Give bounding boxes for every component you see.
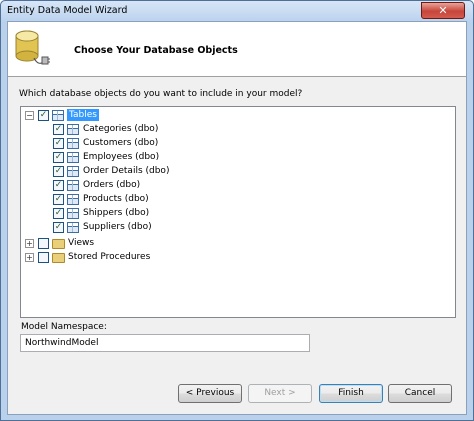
expand-icon[interactable]: + [25, 253, 34, 262]
table-icon [67, 194, 79, 205]
next-button[interactable]: Next > [248, 384, 312, 403]
wizard-client-area: Choose Your Database Objects Which datab… [7, 21, 467, 415]
previous-button[interactable]: < Previous [178, 384, 242, 403]
table-checkbox[interactable]: ✓ [53, 124, 64, 135]
tree-node-table[interactable]: ✓ Products (dbo) [21, 193, 221, 206]
tree-label-table[interactable]: Order Details (dbo) [83, 165, 169, 177]
table-checkbox[interactable]: ✓ [53, 194, 64, 205]
tree-label-table[interactable]: Orders (dbo) [83, 179, 140, 191]
table-checkbox[interactable]: ✓ [53, 180, 64, 191]
tree-label-table[interactable]: Categories (dbo) [83, 123, 158, 135]
tree-node-table[interactable]: ✓ Shippers (dbo) [21, 207, 221, 220]
tree-node-table[interactable]: ✓ Categories (dbo) [21, 123, 221, 136]
tree-label-tables[interactable]: Tables [66, 108, 100, 122]
table-icon [67, 208, 79, 219]
table-checkbox[interactable]: ✓ [53, 208, 64, 219]
table-icon [67, 124, 79, 135]
cancel-button[interactable]: Cancel [388, 384, 452, 403]
objects-prompt: Which database objects do you want to in… [19, 89, 303, 99]
table-icon [67, 138, 79, 149]
tree-label-table[interactable]: Customers (dbo) [83, 137, 158, 149]
table-checkbox[interactable]: ✓ [53, 138, 64, 149]
tables-checkbox[interactable]: ✓ [38, 110, 49, 121]
database-objects-tree[interactable]: − ✓ Tables ✓ Categories (dbo) ✓ Customer… [20, 106, 456, 318]
close-button[interactable]: ✕ [421, 2, 465, 19]
collapse-icon[interactable]: − [25, 111, 34, 120]
stored-procedures-checkbox[interactable] [38, 252, 49, 263]
tree-label-stored-procedures[interactable]: Stored Procedures [68, 251, 150, 263]
tree-label-table[interactable]: Employees (dbo) [83, 151, 159, 163]
views-folder-icon [52, 239, 65, 249]
database-plug-icon [15, 30, 50, 65]
tree-label-views[interactable]: Views [68, 237, 94, 249]
tree-node-table[interactable]: ✓ Employees (dbo) [21, 151, 221, 164]
tree-node-table[interactable]: ✓ Suppliers (dbo) [21, 221, 221, 234]
table-icon [67, 152, 79, 163]
tree-node-table[interactable]: ✓ Customers (dbo) [21, 137, 221, 150]
tree-node-views[interactable]: + Views [21, 237, 121, 250]
page-title: Choose Your Database Objects [74, 45, 238, 56]
table-checkbox[interactable]: ✓ [53, 152, 64, 163]
tree-node-table[interactable]: ✓ Order Details (dbo) [21, 165, 221, 178]
tree-node-stored-procedures[interactable]: + Stored Procedures [21, 251, 181, 264]
tree-label-table[interactable]: Products (dbo) [83, 193, 149, 205]
tree-node-table[interactable]: ✓ Orders (dbo) [21, 179, 221, 192]
table-checkbox[interactable]: ✓ [53, 222, 64, 233]
table-icon [67, 166, 79, 177]
table-checkbox[interactable]: ✓ [53, 166, 64, 177]
expand-icon[interactable]: + [25, 239, 34, 248]
table-icon [67, 222, 79, 233]
finish-button[interactable]: Finish [319, 384, 383, 403]
model-namespace-label: Model Namespace: [21, 322, 107, 332]
model-namespace-input[interactable] [20, 334, 310, 352]
window-title: Entity Data Model Wizard [7, 5, 128, 16]
tree-label-table[interactable]: Suppliers (dbo) [83, 221, 152, 233]
wizard-window: Entity Data Model Wizard ✕ Choose Your D… [0, 0, 474, 421]
table-icon [67, 180, 79, 191]
tree-node-tables[interactable]: − ✓ Tables [21, 108, 121, 122]
procedures-folder-icon [52, 253, 65, 263]
views-checkbox[interactable] [38, 238, 49, 249]
title-bar: Entity Data Model Wizard ✕ [1, 1, 473, 21]
tables-folder-icon [52, 110, 64, 121]
wizard-header: Choose Your Database Objects [8, 22, 466, 77]
tree-label-table[interactable]: Shippers (dbo) [83, 207, 149, 219]
